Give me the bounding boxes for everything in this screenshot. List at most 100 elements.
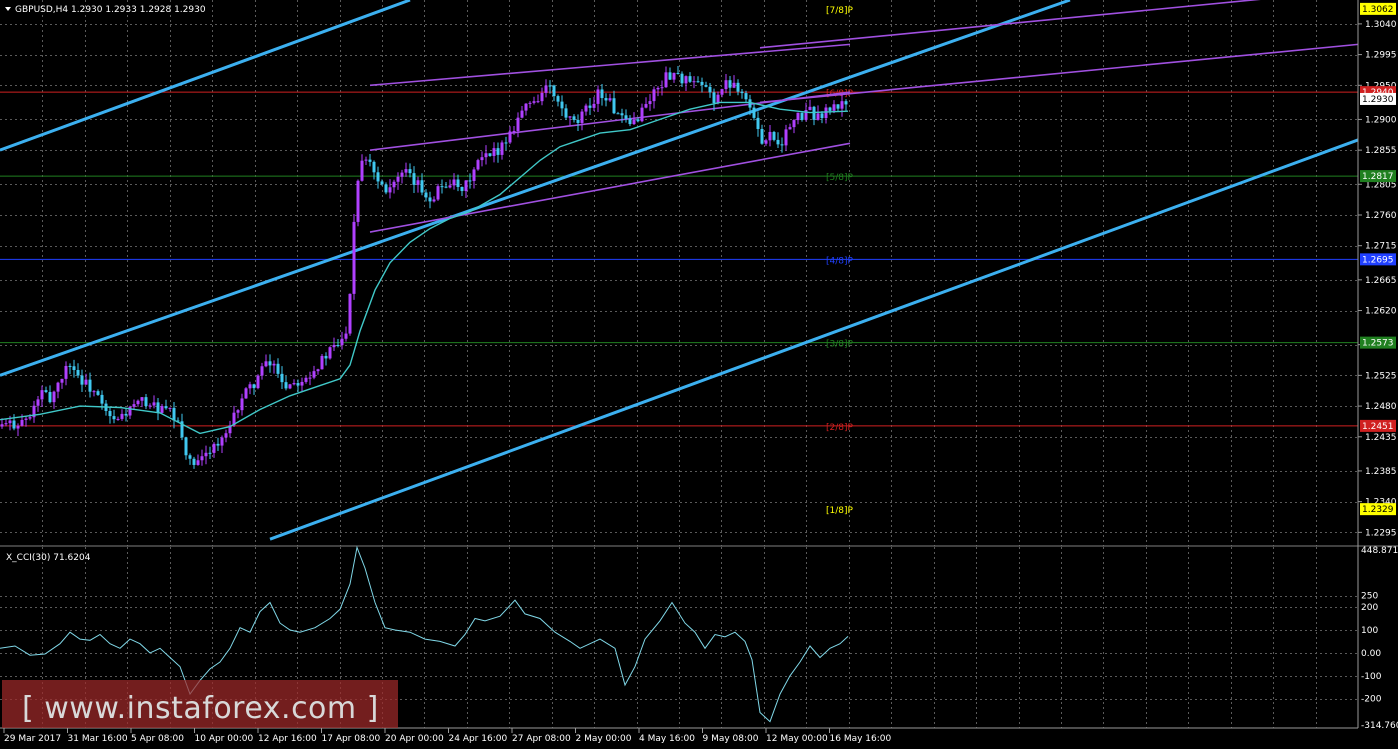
candle-body [4,423,8,425]
candle-body [832,104,836,111]
candle-body [596,89,600,104]
candle-body [72,366,76,370]
candle-body [452,179,456,186]
candle-body [808,106,812,111]
price-badge-label: 1.3062 [1362,5,1394,15]
y-tick-label: 1.2295 [1365,528,1397,538]
candle-body [836,104,840,109]
candle-body [576,119,580,123]
x-tick-label: 16 May 16:00 [830,734,892,744]
candle-body [560,101,564,109]
candle-body [248,384,252,389]
candle-body [636,119,640,122]
candle-body [740,91,744,94]
candle-body [56,382,60,392]
candle-body [116,418,120,420]
candle-body [492,148,496,156]
candle-body [752,107,756,118]
candle-body [592,103,596,108]
cci-title: X_CCI(30) 71.6204 [6,553,91,563]
candle-body [208,452,212,454]
price-badge-label: 1.2695 [1362,255,1394,265]
candle-body [504,142,508,144]
level-label: [5/8]P [826,173,854,183]
price-badge-label: 1.2817 [1362,172,1394,182]
candle-body [300,381,304,386]
candle-body [28,417,32,419]
x-tick-label: 24 Apr 16:00 [449,734,508,744]
candle-body [616,113,620,115]
candle-body [12,420,16,429]
y-tick-label: 1.2760 [1365,211,1397,221]
y-tick-label: 1.2855 [1365,146,1397,156]
candle-body [532,101,536,103]
candle-body [308,377,312,379]
x-tick-label: 5 Apr 08:00 [131,734,184,744]
x-tick-label: 12 May 00:00 [766,734,828,744]
x-tick-label: 10 Apr 00:00 [195,734,254,744]
candle-body [264,361,268,367]
candle-body [396,176,400,182]
candle-body [252,384,256,389]
candle-body [412,173,416,185]
candle-body [216,443,220,446]
candle-body [516,117,520,132]
candle-body [196,460,200,465]
candle-body [448,185,452,188]
candle-body [572,116,576,120]
candle-body [608,98,612,101]
candle-body [408,169,412,174]
candle-body [580,111,584,123]
candle-body [212,443,216,453]
candle-body [436,186,440,200]
candle-body [800,112,804,120]
cci-tick-label: 0.00 [1361,649,1381,659]
level-label: [7/8]P [826,6,854,16]
candle-body [296,383,300,386]
candle-body [524,103,528,111]
candle-body [624,115,628,119]
y-tick-label: 1.2715 [1365,242,1397,252]
candle-body [172,407,176,421]
candle-body [304,377,308,382]
y-tick-label: 1.2665 [1365,276,1397,286]
y-tick-label: 1.2385 [1365,467,1397,477]
candle-body [224,433,228,438]
candle-body [96,391,100,395]
candle-body [708,86,712,93]
candle-body [372,161,376,173]
candle-body [644,104,648,108]
candle-body [352,221,356,294]
level-label: [1/8]P [826,506,854,516]
candle-body [508,131,512,143]
candle-body [760,128,764,144]
candle-body [688,76,692,82]
candle-body [120,413,124,419]
candle-body [468,180,472,182]
symbol-info: GBPUSD,H4 1.2930 1.2933 1.2928 1.2930 [15,5,206,15]
trading-chart[interactable]: [7/8]P[6/8]P[5/8]P[4/8]P[3/8]P[2/8]P[1/8… [0,0,1398,749]
candle-body [112,416,116,420]
candle-body [320,355,324,370]
candle-body [148,405,152,407]
candle-body [484,153,488,158]
y-tick-label: 1.2480 [1365,402,1397,412]
price-badge-label: 1.2451 [1362,422,1394,432]
candle-body [356,180,360,222]
candle-body [780,144,784,146]
candle-body [144,397,148,407]
y-tick-label: 1.2995 [1365,51,1397,61]
y-tick-label: 1.2525 [1365,371,1397,381]
candle-body [348,293,352,334]
candle-body [332,345,336,348]
candle-body [748,99,752,108]
candle-body [312,371,316,378]
cci-tick-label: -200 [1361,695,1382,705]
candle-body [400,172,404,177]
candle-body [540,92,544,102]
x-tick-label: 20 Apr 00:00 [385,734,444,744]
candle-body [260,366,264,376]
x-tick-label: 29 Mar 2017 [4,734,61,744]
candle-body [8,420,12,424]
price-badge-label: 1.2930 [1362,95,1394,105]
